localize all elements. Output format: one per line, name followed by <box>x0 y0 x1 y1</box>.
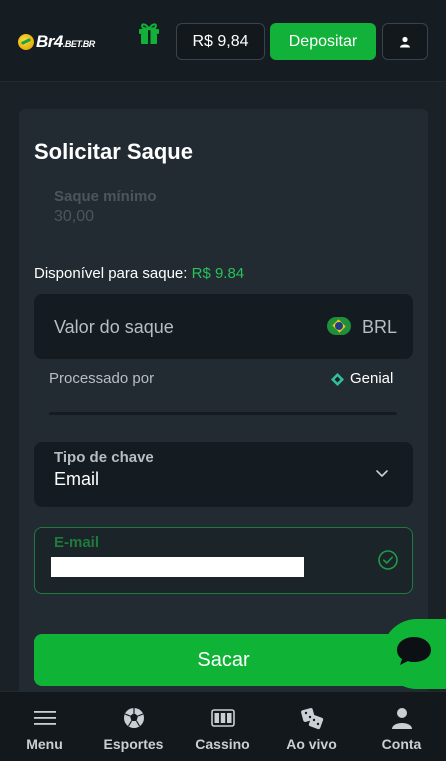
nav-item-casino[interactable]: Cassino <box>178 692 267 761</box>
divider <box>49 412 397 415</box>
logo-text: Br4.BET.BR <box>36 32 95 51</box>
genial-icon <box>331 373 344 386</box>
nav-label-account: Conta <box>381 736 422 752</box>
chat-bubble-icon <box>397 637 431 665</box>
processor-name: Genial <box>350 370 394 387</box>
brand-logo[interactable]: Br4.BET.BR <box>18 30 95 54</box>
brazil-flag-icon <box>327 317 351 335</box>
nav-item-menu[interactable]: Menu <box>0 692 89 761</box>
bottom-nav: Menu Esportes Cassino Ao vivo Conta <box>0 691 446 761</box>
withdraw-amount-placeholder: Valor do saque <box>54 317 174 337</box>
user-icon <box>400 36 410 47</box>
nav-label-sports: Esportes <box>103 736 164 752</box>
balance-display[interactable]: R$ 9,84 <box>176 23 265 60</box>
dice-icon <box>300 708 323 730</box>
email-value-redacted[interactable] <box>51 557 304 577</box>
soccer-ball-icon <box>123 708 144 728</box>
currency-label: BRL <box>362 317 398 337</box>
nav-item-live[interactable]: Ao vivo <box>267 692 356 761</box>
key-type-value: Email <box>54 469 100 489</box>
chat-button[interactable] <box>382 619 446 689</box>
key-type-label: Tipo de chave <box>54 449 154 466</box>
nav-label-menu: Menu <box>26 736 63 752</box>
chevron-down-icon[interactable] <box>374 465 390 481</box>
available-balance: Disponível para saque: R$ 9.84 <box>34 265 244 282</box>
nav-label-casino: Cassino <box>195 736 250 752</box>
menu-icon <box>33 711 56 725</box>
processed-by-label: Processado por <box>49 370 155 387</box>
slot-machine-icon <box>210 709 235 727</box>
gift-icon[interactable] <box>136 20 162 46</box>
nav-item-sports[interactable]: Esportes <box>89 692 178 761</box>
nav-item-account[interactable]: Conta <box>357 692 446 761</box>
deposit-button[interactable]: Depositar <box>270 23 376 60</box>
page-title: Solicitar Saque <box>34 139 193 164</box>
user-icon <box>391 708 412 729</box>
check-circle-icon <box>378 550 398 570</box>
ball-icon <box>18 34 34 50</box>
min-withdraw-label: Saque mínimo <box>54 188 157 205</box>
header: Br4.BET.BR R$ 9,84 Depositar <box>0 0 446 82</box>
withdraw-submit-button[interactable]: Sacar <box>34 634 413 686</box>
email-label: E-mail <box>54 534 100 551</box>
user-menu-button[interactable] <box>382 23 428 60</box>
min-withdraw-value: 30,00 <box>54 208 95 225</box>
available-amount: R$ 9.84 <box>191 265 245 282</box>
nav-label-live: Ao vivo <box>286 736 337 752</box>
available-label: Disponível para saque: <box>34 265 188 282</box>
